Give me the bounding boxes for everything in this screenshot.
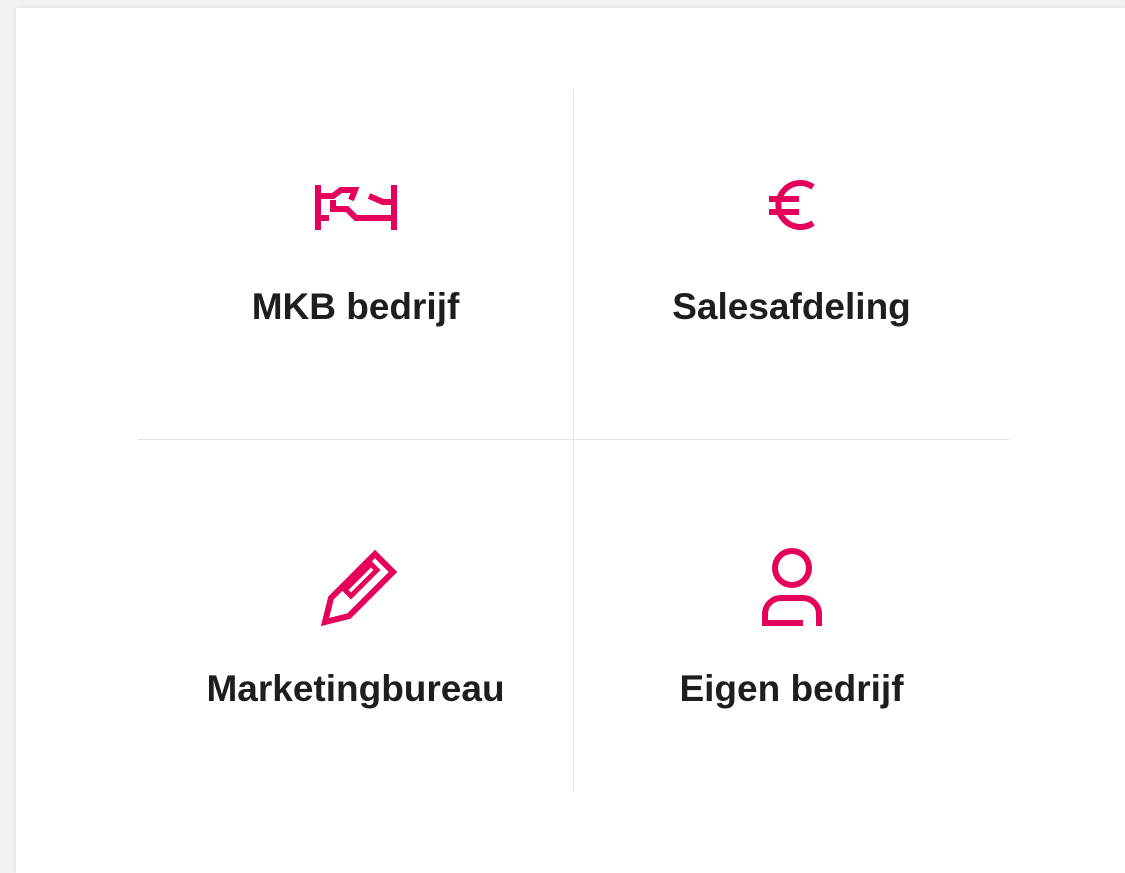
option-label: Marketingbureau [206,668,505,709]
euro-icon [747,160,837,250]
option-eigen-bedrijf[interactable]: Eigen bedrijf [574,440,1009,789]
option-label: Salesafdeling [672,286,911,327]
option-salesafdeling[interactable]: Salesafdeling [574,90,1009,439]
handshake-icon [311,160,401,250]
option-mkb-bedrijf[interactable]: MKB bedrijf [138,90,573,439]
pencil-icon [311,540,401,630]
company-type-selector: MKB bedrijf Salesafdeling Marketingburea… [16,8,1125,873]
option-label: MKB bedrijf [251,286,460,327]
option-marketingbureau[interactable]: Marketingbureau [138,440,573,789]
person-icon [747,540,837,630]
option-label: Eigen bedrijf [679,668,904,709]
